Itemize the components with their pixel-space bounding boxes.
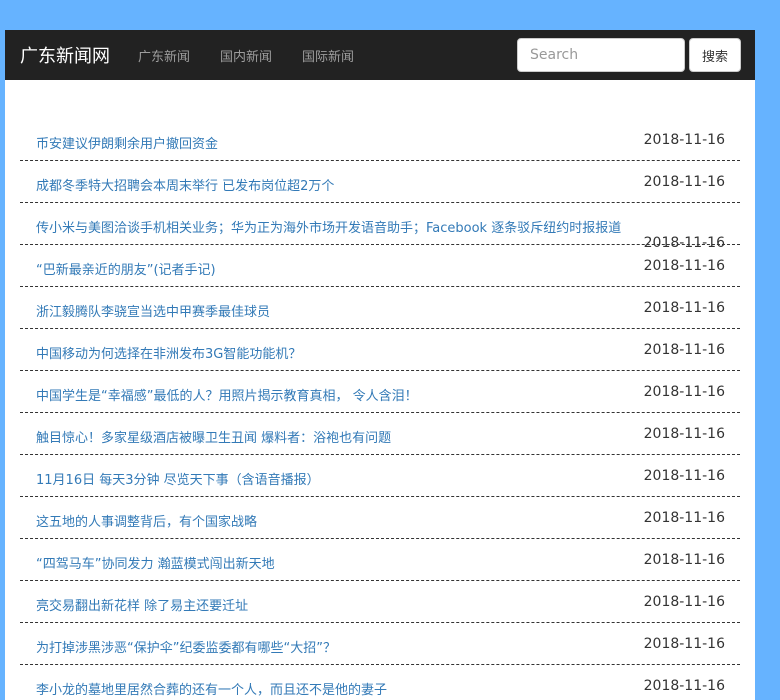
news-item: “巴新最亲近的朋友”(记者手记) 2018-11-16	[20, 245, 740, 287]
news-date: 2018-11-16	[643, 384, 725, 400]
news-title-link[interactable]: 浙江毅腾队李骁宣当选中甲赛季最佳球员	[36, 301, 270, 320]
news-title-link[interactable]: 这五地的人事调整背后，有个国家战略	[36, 511, 257, 530]
search-input[interactable]	[516, 38, 685, 72]
news-item: 中国学生是“幸福感”最低的人？用照片揭示教育真相， 令人含泪！ 2018-11-…	[20, 371, 740, 413]
news-item: 成都冬季特大招聘会本周末举行 已发布岗位超2万个 2018-11-16	[20, 161, 740, 203]
news-date: 2018-11-16	[643, 510, 725, 526]
nav-link-domestic[interactable]: 国内新闻	[220, 46, 272, 65]
news-title-link[interactable]: 传小米与美图洽谈手机相关业务；华为正为海外市场开发语音助手；Facebook 逐…	[36, 217, 621, 236]
news-item: 触目惊心！多家星级酒店被曝卫生丑闻 爆料者：浴袍也有问题 2018-11-16	[20, 413, 740, 455]
page-frame: 广东新闻网 广东新闻 国内新闻 国际新闻 搜索 币安建议伊朗剩余用户撤回资金 2…	[5, 30, 755, 700]
news-date: 2018-11-16	[643, 594, 725, 610]
news-date: 2018-11-16	[643, 552, 725, 568]
news-title-link[interactable]: 李小龙的墓地里居然合葬的还有一个人，而且还不是他的妻子	[36, 679, 387, 698]
news-item: 币安建议伊朗剩余用户撤回资金 2018-11-16	[20, 119, 740, 161]
news-list: 币安建议伊朗剩余用户撤回资金 2018-11-16 成都冬季特大招聘会本周末举行…	[20, 119, 740, 700]
news-item: 浙江毅腾队李骁宣当选中甲赛季最佳球员 2018-11-16	[20, 287, 740, 329]
news-title-link[interactable]: 币安建议伊朗剩余用户撤回资金	[36, 133, 218, 152]
top-navbar: 广东新闻网 广东新闻 国内新闻 国际新闻 搜索	[5, 30, 755, 80]
news-title-link[interactable]: 中国移动为何选择在非洲发布3G智能功能机？	[36, 343, 301, 362]
brand-logo[interactable]: 广东新闻网	[20, 42, 110, 68]
news-item: 李小龙的墓地里居然合葬的还有一个人，而且还不是他的妻子 2018-11-16	[20, 665, 740, 700]
news-title-link[interactable]: “四驾马车”协同发力 瀚蓝模式闯出新天地	[36, 553, 275, 572]
news-date: 2018-11-16	[643, 678, 725, 694]
news-title-link[interactable]: 中国学生是“幸福感”最低的人？用照片揭示教育真相， 令人含泪！	[36, 385, 418, 404]
news-date: 2018-11-16	[643, 132, 725, 148]
search-form: 搜索	[516, 38, 741, 72]
news-title-link[interactable]: 为打掉涉黑涉恶“保护伞”纪委监委都有哪些“大招”？	[36, 637, 336, 656]
news-item: 传小米与美图洽谈手机相关业务；华为正为海外市场开发语音助手；Facebook 逐…	[20, 203, 740, 251]
news-item: 11月16日 每天3分钟 尽览天下事（含语音播报） 2018-11-16	[20, 455, 740, 497]
news-item: 这五地的人事调整背后，有个国家战略 2018-11-16	[20, 497, 740, 539]
news-date: 2018-11-16	[643, 300, 725, 316]
news-item: “四驾马车”协同发力 瀚蓝模式闯出新天地 2018-11-16	[20, 539, 740, 581]
nav-link-guangdong[interactable]: 广东新闻	[138, 46, 190, 65]
news-date: 2018-11-16	[643, 174, 725, 190]
news-title-link[interactable]: 触目惊心！多家星级酒店被曝卫生丑闻 爆料者：浴袍也有问题	[36, 427, 391, 446]
news-date: 2018-11-16	[643, 426, 725, 442]
news-title-link[interactable]: “巴新最亲近的朋友”(记者手记)	[36, 259, 216, 278]
news-title-link[interactable]: 成都冬季特大招聘会本周末举行 已发布岗位超2万个	[36, 175, 334, 194]
news-date: 2018-11-16	[643, 342, 725, 358]
news-date: 2018-11-16	[643, 468, 725, 484]
news-title-link[interactable]: 亮交易翻出新花样 除了易主还要迁址	[36, 595, 248, 614]
news-title-link[interactable]: 11月16日 每天3分钟 尽览天下事（含语音播报）	[36, 469, 320, 488]
news-item: 为打掉涉黑涉恶“保护伞”纪委监委都有哪些“大招”？ 2018-11-16	[20, 623, 740, 665]
news-date: 2018-11-16	[643, 258, 725, 274]
nav-link-international[interactable]: 国际新闻	[302, 46, 354, 65]
news-date: 2018-11-16	[643, 636, 725, 652]
news-item: 中国移动为何选择在非洲发布3G智能功能机？ 2018-11-16	[20, 329, 740, 371]
news-item: 亮交易翻出新花样 除了易主还要迁址 2018-11-16	[20, 581, 740, 623]
search-button[interactable]: 搜索	[688, 38, 741, 72]
